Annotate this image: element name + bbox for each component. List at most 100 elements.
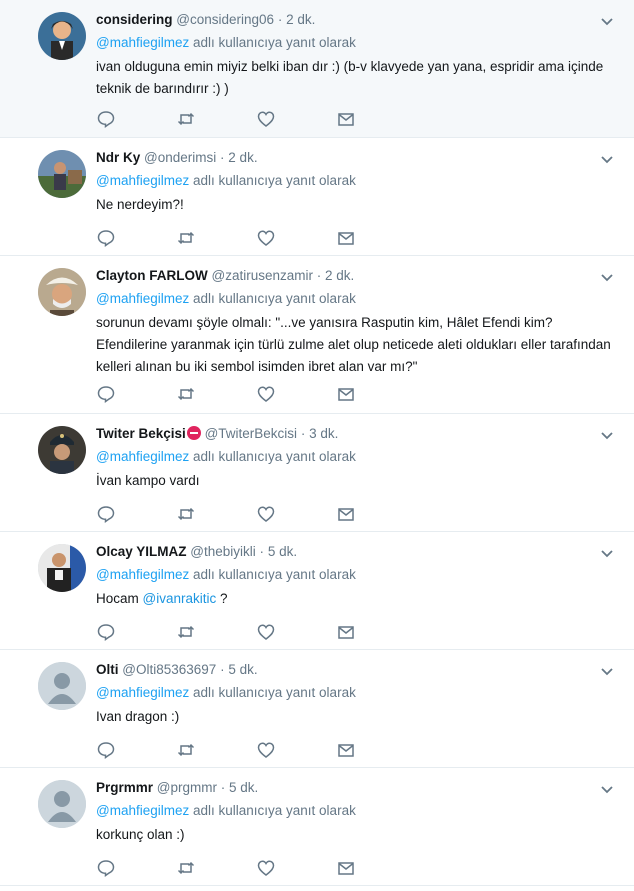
reply-icon[interactable] <box>96 504 116 524</box>
reply-context-label: adlı kullanıcıya yanıt olarak <box>189 685 356 700</box>
tweet-text: Ne nerdeyim?! <box>96 197 184 212</box>
tweet[interactable]: Twiter Bekçisi @TwiterBekcisi · 3 dk. @m… <box>0 414 634 532</box>
reply-context: @mahfiegilmez adlı kullanıcıya yanıt ola… <box>96 801 614 821</box>
reply-icon[interactable] <box>96 228 116 248</box>
tweet[interactable]: Prgrmmr @prgmmr · 5 dk. @mahfiegilmez ad… <box>0 768 634 886</box>
reply-context-label: adlı kullanıcıya yanıt olarak <box>189 567 356 582</box>
reply-context-label: adlı kullanıcıya yanıt olarak <box>189 291 356 306</box>
heart-icon[interactable] <box>256 109 276 129</box>
avatar[interactable] <box>38 780 86 828</box>
reply-context-label: adlı kullanıcıya yanıt olarak <box>189 449 356 464</box>
heart-icon[interactable] <box>256 740 276 760</box>
retweet-icon[interactable] <box>176 740 196 760</box>
tweet-text: korkunç olan :) <box>96 827 185 842</box>
retweet-icon[interactable] <box>176 622 196 642</box>
user-handle[interactable]: @TwiterBekcisi <box>205 426 297 441</box>
user-handle[interactable]: @zatirusenzamir <box>212 268 313 283</box>
tweet[interactable]: Clayton FARLOW @zatirusenzamir · 2 dk. @… <box>0 256 634 414</box>
display-name[interactable]: Clayton FARLOW <box>96 268 208 283</box>
reply-mention-link[interactable]: @mahfiegilmez <box>96 803 189 818</box>
avatar[interactable] <box>38 12 86 60</box>
chevron-down-icon[interactable] <box>600 152 614 166</box>
chevron-down-icon[interactable] <box>600 270 614 284</box>
separator-dot: · <box>220 780 226 795</box>
reply-mention-link[interactable]: @mahfiegilmez <box>96 449 189 464</box>
tweet-text-suffix: ? <box>216 591 228 606</box>
retweet-icon[interactable] <box>176 384 196 404</box>
reply-context-label: adlı kullanıcıya yanıt olarak <box>189 173 356 188</box>
display-name[interactable]: considering <box>96 12 173 27</box>
separator-dot: · <box>220 150 225 165</box>
tweet-text: Ivan dragon :) <box>96 709 180 724</box>
display-name[interactable]: Twiter Bekçisi <box>96 426 186 441</box>
reply-icon[interactable] <box>96 622 116 642</box>
timestamp[interactable]: 2 dk. <box>286 12 315 27</box>
retweet-icon[interactable] <box>176 504 196 524</box>
tweet[interactable]: Ndr Ky @onderimsi · 2 dk. @mahfiegilmez … <box>0 138 634 256</box>
reply-mention-link[interactable]: @mahfiegilmez <box>96 35 189 50</box>
separator-dot: · <box>300 426 306 441</box>
reply-mention-link[interactable]: @mahfiegilmez <box>96 291 189 306</box>
user-handle[interactable]: @Olti85363697 <box>122 662 216 677</box>
tweet-text: İvan kampo vardı <box>96 473 200 488</box>
reply-icon[interactable] <box>96 109 116 129</box>
chevron-down-icon[interactable] <box>600 664 614 678</box>
heart-icon[interactable] <box>256 384 276 404</box>
retweet-icon[interactable] <box>176 228 196 248</box>
envelope-icon[interactable] <box>336 228 356 248</box>
reply-mention-link[interactable]: @mahfiegilmez <box>96 173 189 188</box>
tweet-text: sorunun devamı şöyle olmalı: "...ve yanı… <box>96 315 611 374</box>
heart-icon[interactable] <box>256 622 276 642</box>
reply-context: @mahfiegilmez adlı kullanıcıya yanıt ola… <box>96 289 614 309</box>
display-name[interactable]: Olti <box>96 662 119 677</box>
reply-mention-link[interactable]: @mahfiegilmez <box>96 567 189 582</box>
reply-mention-link[interactable]: @mahfiegilmez <box>96 685 189 700</box>
separator-dot: · <box>259 544 265 559</box>
avatar[interactable] <box>38 426 86 474</box>
tweet-text: ivan olduguna emin miyiz belki iban dır … <box>96 59 604 96</box>
envelope-icon[interactable] <box>336 504 356 524</box>
separator-dot: · <box>277 12 283 27</box>
timestamp[interactable]: 5 dk. <box>229 780 258 795</box>
chevron-down-icon[interactable] <box>600 782 614 796</box>
tweet[interactable]: Olti @Olti85363697 · 5 dk. @mahfiegilmez… <box>0 650 634 768</box>
user-handle[interactable]: @considering06 <box>176 12 274 27</box>
separator-dot: · <box>316 268 322 283</box>
retweet-icon[interactable] <box>176 858 196 878</box>
reply-icon[interactable] <box>96 740 116 760</box>
timestamp[interactable]: 2 dk. <box>325 268 354 283</box>
chevron-down-icon[interactable] <box>600 546 614 560</box>
mention-link[interactable]: @ivanrakitic <box>143 591 217 606</box>
envelope-icon[interactable] <box>336 384 356 404</box>
reply-icon[interactable] <box>96 858 116 878</box>
timestamp[interactable]: 2 dk. <box>228 150 257 165</box>
heart-icon[interactable] <box>256 504 276 524</box>
chevron-down-icon[interactable] <box>600 14 614 28</box>
reply-icon[interactable] <box>96 384 116 404</box>
avatar[interactable] <box>38 268 86 316</box>
envelope-icon[interactable] <box>336 858 356 878</box>
user-handle[interactable]: @onderimsi <box>144 150 216 165</box>
user-handle[interactable]: @thebiyikli <box>190 544 255 559</box>
tweet[interactable]: Olcay YILMAZ @thebiyikli · 5 dk. @mahfie… <box>0 532 634 650</box>
separator-dot: · <box>220 662 225 677</box>
display-name[interactable]: Olcay YILMAZ <box>96 544 187 559</box>
display-name[interactable]: Ndr Ky <box>96 150 140 165</box>
heart-icon[interactable] <box>256 858 276 878</box>
display-name[interactable]: Prgrmmr <box>96 780 153 795</box>
retweet-icon[interactable] <box>176 109 196 129</box>
timestamp[interactable]: 5 dk. <box>268 544 297 559</box>
envelope-icon[interactable] <box>336 622 356 642</box>
timestamp[interactable]: 3 dk. <box>309 426 338 441</box>
tweet[interactable]: considering @considering06 · 2 dk. @mahf… <box>0 0 634 138</box>
avatar[interactable] <box>38 150 86 198</box>
chevron-down-icon[interactable] <box>600 428 614 442</box>
envelope-icon[interactable] <box>336 740 356 760</box>
avatar[interactable] <box>38 662 86 710</box>
heart-icon[interactable] <box>256 228 276 248</box>
avatar[interactable] <box>38 544 86 592</box>
reply-context: @mahfiegilmez adlı kullanıcıya yanıt ola… <box>96 683 614 703</box>
user-handle[interactable]: @prgmmr <box>157 780 217 795</box>
timestamp[interactable]: 5 dk. <box>228 662 257 677</box>
envelope-icon[interactable] <box>336 109 356 129</box>
